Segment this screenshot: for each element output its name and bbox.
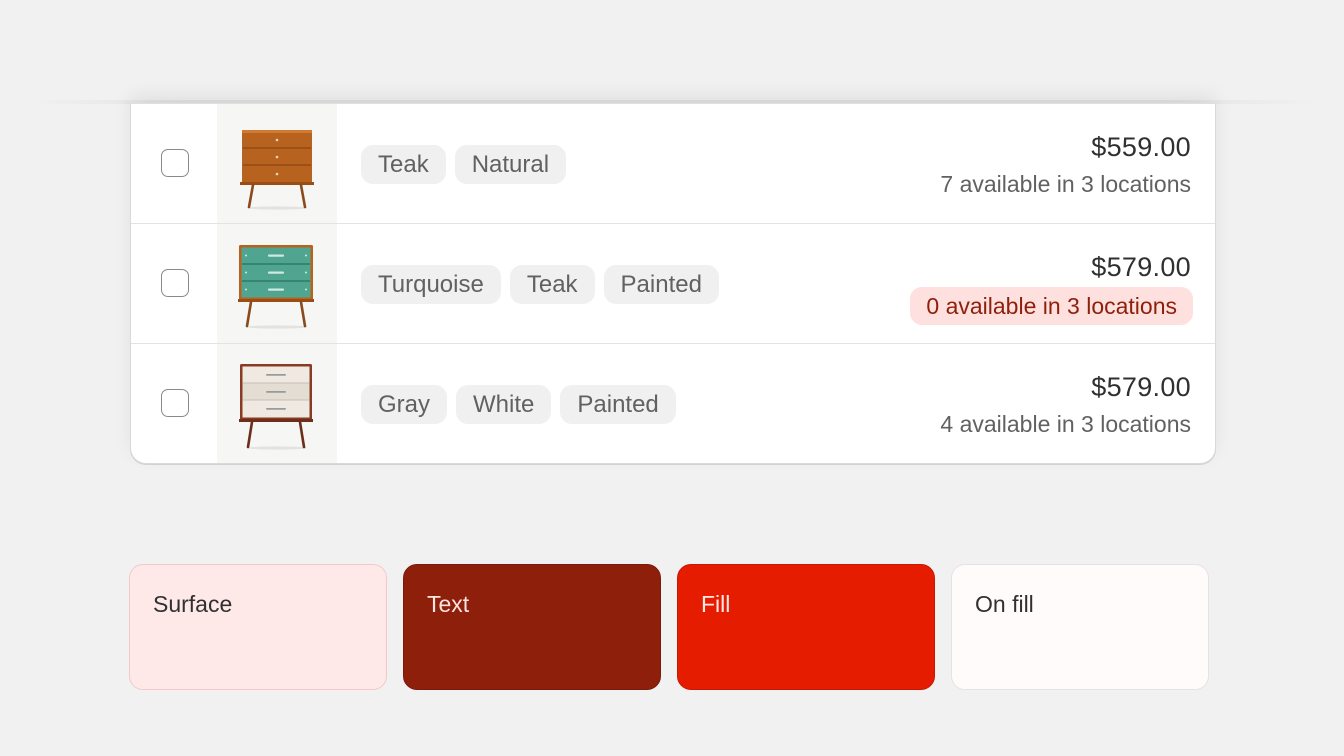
variant-tag: Teak: [509, 265, 595, 304]
stage: Teak Natural $559.00 7 available in 3 lo…: [0, 0, 1344, 756]
variant-tags: Gray White Painted: [361, 385, 676, 424]
variant-price: $559.00: [1091, 132, 1191, 162]
swatch-text: Text: [403, 564, 661, 690]
table-row[interactable]: Teak Natural $559.00 7 available in 3 lo…: [131, 104, 1215, 224]
variant-tag: Teak: [361, 145, 446, 184]
swatch-label: On fill: [975, 591, 1034, 617]
teak-dresser-icon: [240, 130, 314, 210]
swatch-label: Fill: [701, 591, 731, 617]
white-dresser-icon: [239, 364, 313, 450]
product-thumbnail: [217, 344, 337, 463]
row-checkbox[interactable]: [161, 269, 189, 297]
variant-price: $579.00: [1091, 372, 1191, 402]
table-row[interactable]: Gray White Painted $579.00 4 available i…: [131, 344, 1215, 463]
variant-tag: Painted: [560, 385, 676, 424]
variant-tags: Turquoise Teak Painted: [361, 265, 719, 304]
price-column: $579.00 0 available in 3 locations: [910, 250, 1193, 325]
product-thumbnail: [217, 224, 337, 343]
product-thumbnail: [217, 104, 337, 223]
inventory-availability: 4 available in 3 locations: [940, 411, 1191, 437]
table-row[interactable]: Turquoise Teak Painted $579.00 0 availab…: [131, 224, 1215, 344]
row-checkbox[interactable]: [161, 389, 189, 417]
variant-price: $579.00: [1091, 252, 1191, 282]
swatch-label: Surface: [153, 591, 233, 617]
variant-tags: Teak Natural: [361, 145, 567, 184]
swatch-on-fill: On fill: [951, 564, 1209, 690]
swatch-label: Text: [427, 591, 470, 617]
row-checkbox[interactable]: [161, 149, 189, 177]
color-swatches: Surface Text Fill On fill: [129, 564, 1209, 690]
variant-tag: Gray: [361, 385, 448, 424]
turquoise-dresser-icon: [238, 245, 314, 329]
variant-tag: White: [456, 385, 552, 424]
variant-tag: Painted: [603, 265, 719, 304]
inventory-availability: 7 available in 3 locations: [940, 171, 1191, 197]
price-column: $579.00 4 available in 3 locations: [940, 370, 1191, 438]
variant-tag: Turquoise: [361, 265, 501, 304]
inventory-availability-critical: 0 available in 3 locations: [910, 287, 1193, 325]
variant-tag: Natural: [454, 145, 567, 184]
swatch-surface: Surface: [129, 564, 387, 690]
swatch-fill: Fill: [677, 564, 935, 690]
price-column: $559.00 7 available in 3 locations: [940, 130, 1191, 198]
product-variant-list: Teak Natural $559.00 7 available in 3 lo…: [130, 103, 1216, 464]
